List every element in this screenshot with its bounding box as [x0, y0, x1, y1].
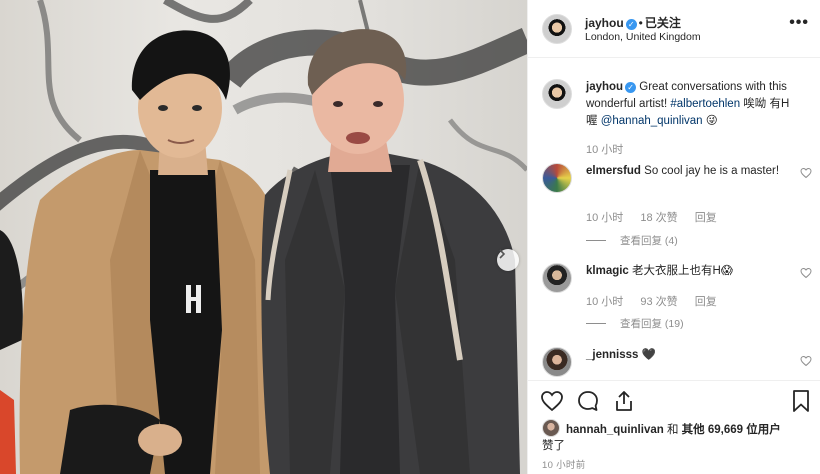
reply-button[interactable]: 回复: [695, 212, 717, 224]
caption-hashtag[interactable]: #albertoehlen: [670, 98, 740, 110]
liker-username[interactable]: hannah_quinlivan: [566, 424, 664, 436]
post-timestamp[interactable]: 10 小时前: [542, 457, 586, 471]
comment-likes[interactable]: 18 次赞: [640, 212, 677, 224]
photo-illustration: [0, 0, 527, 474]
comment-text: elmersfud So cool jay he is a master!: [586, 163, 796, 180]
next-photo-button[interactable]: [497, 249, 519, 271]
post-location[interactable]: London, United Kingdom: [585, 31, 701, 43]
comment-item: elmersfud So cool jay he is a master! 10…: [542, 163, 812, 247]
caption-time[interactable]: 10 小时: [586, 144, 623, 156]
comment-body: So cool jay he is a master!: [644, 165, 780, 177]
comment-time[interactable]: 10 小时: [586, 296, 623, 308]
comment-avatar[interactable]: [542, 163, 572, 193]
view-replies-button[interactable]: 查看回复 (4): [586, 233, 678, 248]
comment-meta: 10 小时 18 次赞 回复: [586, 209, 731, 225]
bookmark-icon[interactable]: [789, 389, 813, 413]
chevron-right-icon: [499, 249, 506, 259]
comment-avatar[interactable]: [542, 347, 572, 377]
comment-item: _jennisss 🖤: [542, 347, 812, 379]
comment-icon[interactable]: [576, 389, 600, 413]
comment-likes[interactable]: 93 次赞: [640, 296, 677, 308]
post-photo[interactable]: [0, 0, 527, 474]
comment-meta: 10 小时 93 次赞 回复: [586, 293, 731, 309]
caption: jayhou ✓ Great conversations with this wo…: [542, 79, 812, 169]
comment-item: klmagic 老大衣服上也有H😱 10 小时 93 次赞 回复 查看回复 (1…: [542, 263, 812, 343]
comment-avatar[interactable]: [542, 263, 572, 293]
verified-badge-icon: ✓: [625, 19, 637, 30]
post-actions: hannah_quinlivan 和 其他 69,669 位用户 赞了 10 小…: [528, 380, 820, 474]
comment-username[interactable]: _jennisss: [586, 349, 638, 361]
follow-button[interactable]: 已关注: [645, 16, 681, 30]
separator-dot: •: [638, 16, 643, 30]
heart-icon[interactable]: [800, 355, 812, 367]
likes-others[interactable]: 其他 69,669 位用户: [682, 424, 781, 436]
post-header: jayhou ✓ • 已关注 London, United Kingdom •••: [528, 0, 820, 58]
liker-avatar[interactable]: [542, 419, 560, 437]
replies-line: [586, 323, 606, 324]
author-username[interactable]: jayhou: [585, 16, 624, 30]
comment-time[interactable]: 10 小时: [586, 212, 623, 224]
likes-connector: 和: [666, 424, 679, 436]
caption-mention[interactable]: @hannah_quinlivan: [601, 115, 703, 127]
view-replies-label: 查看回复 (19): [620, 318, 684, 330]
comment-body: 🖤: [641, 349, 656, 361]
caption-username[interactable]: jayhou: [586, 81, 623, 93]
caption-meta: 10 小时: [586, 141, 637, 157]
comment-text: klmagic 老大衣服上也有H😱: [586, 263, 796, 280]
caption-emoji: 😜: [705, 115, 718, 127]
post-side-panel: jayhou ✓ • 已关注 London, United Kingdom ••• j…: [527, 0, 820, 474]
likes-suffix: 赞了: [542, 440, 565, 452]
comment-username[interactable]: elmersfud: [586, 165, 641, 177]
caption-text: jayhou ✓ Great conversations with this wo…: [586, 79, 796, 130]
verified-badge-icon: ✓: [625, 82, 637, 93]
likes-summary: hannah_quinlivan 和 其他 69,669 位用户 赞了: [542, 419, 810, 454]
comment-username[interactable]: klmagic: [586, 265, 629, 277]
heart-icon[interactable]: [800, 167, 812, 179]
view-replies-label: 查看回复 (4): [620, 235, 678, 247]
share-icon[interactable]: [612, 389, 636, 413]
heart-icon[interactable]: [540, 389, 564, 413]
caption-avatar[interactable]: [542, 79, 572, 109]
comments-list[interactable]: jayhou ✓ Great conversations with this wo…: [528, 59, 820, 379]
heart-icon[interactable]: [800, 267, 812, 279]
view-replies-button[interactable]: 查看回复 (19): [586, 316, 684, 331]
more-options-icon[interactable]: •••: [789, 14, 809, 32]
author-avatar[interactable]: [542, 14, 572, 44]
comment-text: _jennisss 🖤: [586, 347, 796, 364]
replies-line: [586, 240, 606, 241]
reply-button[interactable]: 回复: [695, 296, 717, 308]
comment-body: 老大衣服上也有H😱: [632, 265, 733, 277]
